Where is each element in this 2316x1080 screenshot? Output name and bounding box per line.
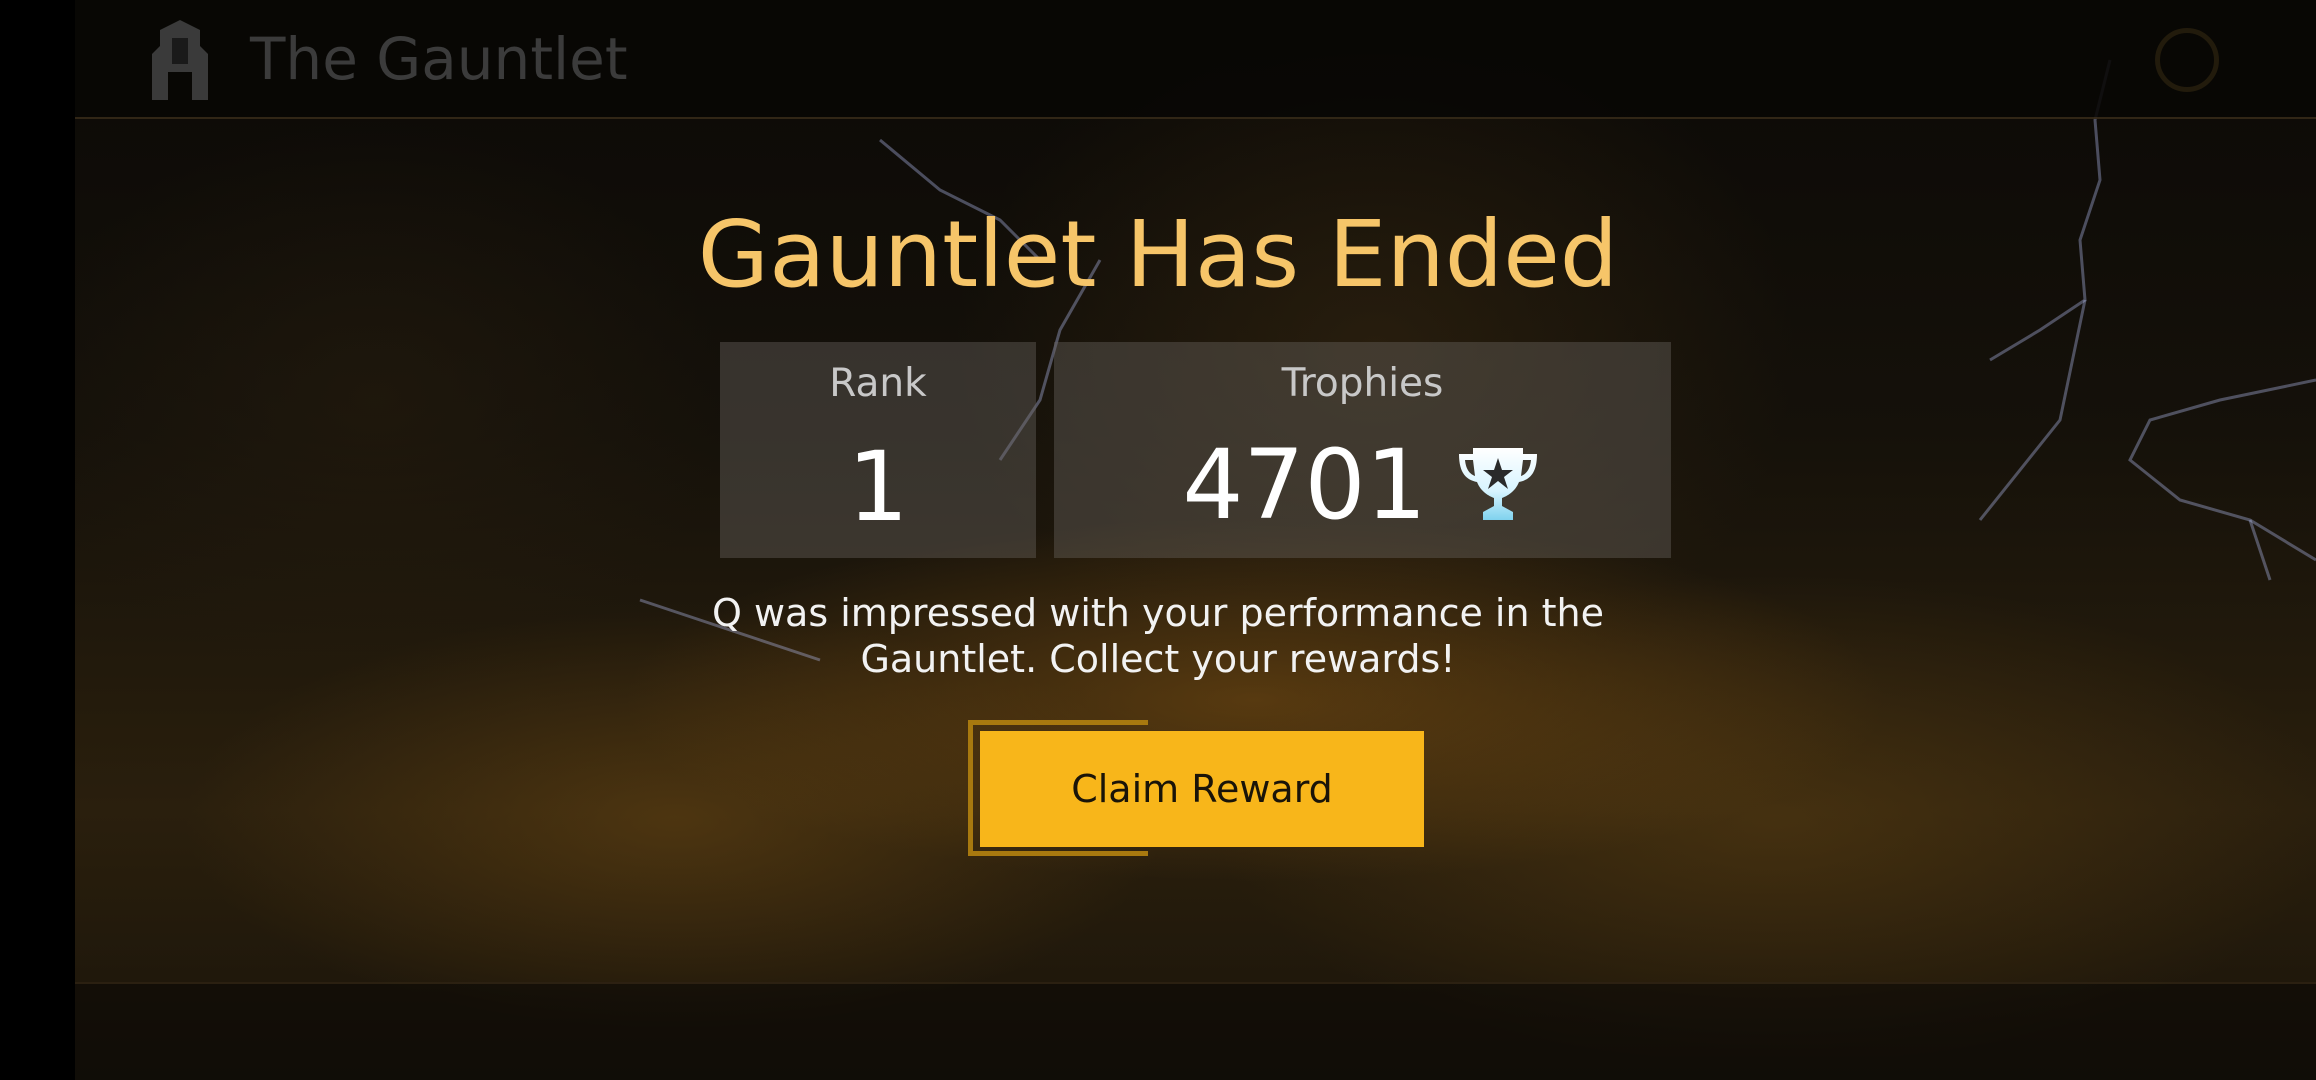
rank-label: Rank bbox=[829, 361, 927, 406]
gauntlet-emblem-icon bbox=[152, 20, 208, 100]
bottom-bar bbox=[75, 982, 2316, 1080]
trophies-label: Trophies bbox=[1281, 361, 1444, 406]
rank-panel: Rank 1 bbox=[720, 342, 1036, 558]
rank-value: 1 bbox=[847, 431, 909, 543]
gauntlet-ended-screen: The Gauntlet Gauntlet Has Ended Rank 1 T… bbox=[0, 0, 2316, 1080]
screen-title: The Gauntlet bbox=[250, 25, 628, 93]
settings-gear-icon[interactable] bbox=[2155, 28, 2219, 92]
trophy-icon bbox=[1458, 448, 1537, 520]
trophies-value: 4701 bbox=[1182, 429, 1427, 541]
reward-message: Q was impressed with your performance in… bbox=[0, 590, 2316, 682]
top-bar: The Gauntlet bbox=[75, 0, 2316, 119]
left-edge-bar bbox=[0, 0, 75, 1080]
reward-message-line-1: Q was impressed with your performance in… bbox=[711, 591, 1605, 635]
gauntlet-ended-headline: Gauntlet Has Ended bbox=[697, 201, 1619, 308]
reward-message-line-2: Gauntlet. Collect your rewards! bbox=[860, 637, 1456, 681]
claim-reward-button[interactable]: Claim Reward bbox=[980, 731, 1424, 847]
trophies-panel: Trophies 4701 bbox=[1054, 342, 1671, 558]
